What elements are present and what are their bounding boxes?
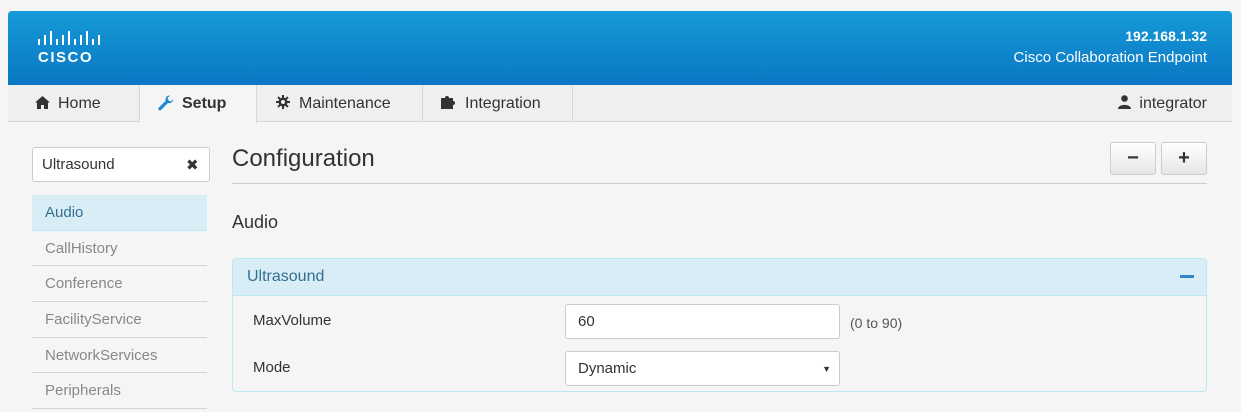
tab-setup[interactable]: Setup	[140, 85, 257, 123]
tab-home-label: Home	[58, 94, 101, 112]
title-divider	[232, 183, 1207, 184]
main-nav: Home Setup Maintenance Integration integ…	[8, 85, 1232, 123]
sidebar-item-conference[interactable]: Conference	[32, 266, 207, 303]
mode-select[interactable]: Dynamic ▼	[565, 351, 840, 386]
tab-setup-label: Setup	[182, 95, 227, 112]
ultrasound-panel: Ultrasound MaxVolume 60 (0 to 90) Mode D…	[232, 258, 1207, 392]
tab-maintenance-label: Maintenance	[299, 94, 391, 112]
user-icon	[1118, 95, 1132, 112]
host-address: 192.168.1.32	[1125, 28, 1207, 44]
maxvolume-input[interactable]: 60	[565, 304, 840, 339]
page-title: Configuration	[232, 145, 375, 172]
header: CISCO 192.168.1.32 Cisco Collaboration E…	[8, 11, 1232, 85]
tab-integration-label: Integration	[465, 94, 541, 112]
tab-maintenance[interactable]: Maintenance	[257, 85, 423, 122]
section-title: Audio	[232, 212, 279, 232]
tab-home[interactable]: Home	[16, 85, 140, 122]
mode-select-value: Dynamic	[578, 360, 637, 377]
maxvolume-range: (0 to 90)	[850, 315, 903, 331]
dropdown-caret-icon: ▼	[822, 364, 831, 374]
maxvolume-label: MaxVolume	[253, 312, 332, 329]
puzzle-icon	[441, 95, 457, 112]
gear-icon	[275, 95, 291, 112]
expand-all-button[interactable]: +	[1161, 142, 1207, 175]
sidebar-item-callhistory[interactable]: CallHistory	[32, 231, 207, 267]
product-name: Cisco Collaboration Endpoint	[1013, 49, 1207, 66]
panel-title: Ultrasound	[247, 268, 325, 285]
cisco-logo: CISCO	[32, 29, 112, 77]
mode-label: Mode	[253, 359, 291, 376]
sidebar-item-audio[interactable]: Audio	[32, 195, 207, 231]
page: CISCO 192.168.1.32 Cisco Collaboration E…	[0, 0, 1241, 412]
sidebar-list: Audio CallHistory Conference FacilitySer…	[32, 195, 207, 410]
clear-search-icon[interactable]: ✖	[186, 156, 199, 174]
sidebar-item-networkservices[interactable]: NetworkServices	[32, 338, 207, 374]
sidebar-item-facilityservice[interactable]: FacilityService	[32, 302, 207, 338]
tab-integration[interactable]: Integration	[423, 85, 573, 122]
user-menu[interactable]: integrator	[1118, 85, 1207, 122]
wrench-icon	[158, 95, 174, 114]
panel-header[interactable]: Ultrasound	[233, 259, 1206, 296]
cisco-logo-bars-icon	[38, 31, 100, 45]
brand-wordmark: CISCO	[38, 49, 94, 66]
search-input[interactable]: Ultrasound	[32, 147, 210, 182]
home-icon	[34, 95, 50, 112]
collapse-panel-icon[interactable]	[1180, 275, 1194, 278]
collapse-all-button[interactable]: −	[1110, 142, 1156, 175]
user-name: integrator	[1139, 94, 1207, 112]
sidebar-item-peripherals[interactable]: Peripherals	[32, 373, 207, 410]
